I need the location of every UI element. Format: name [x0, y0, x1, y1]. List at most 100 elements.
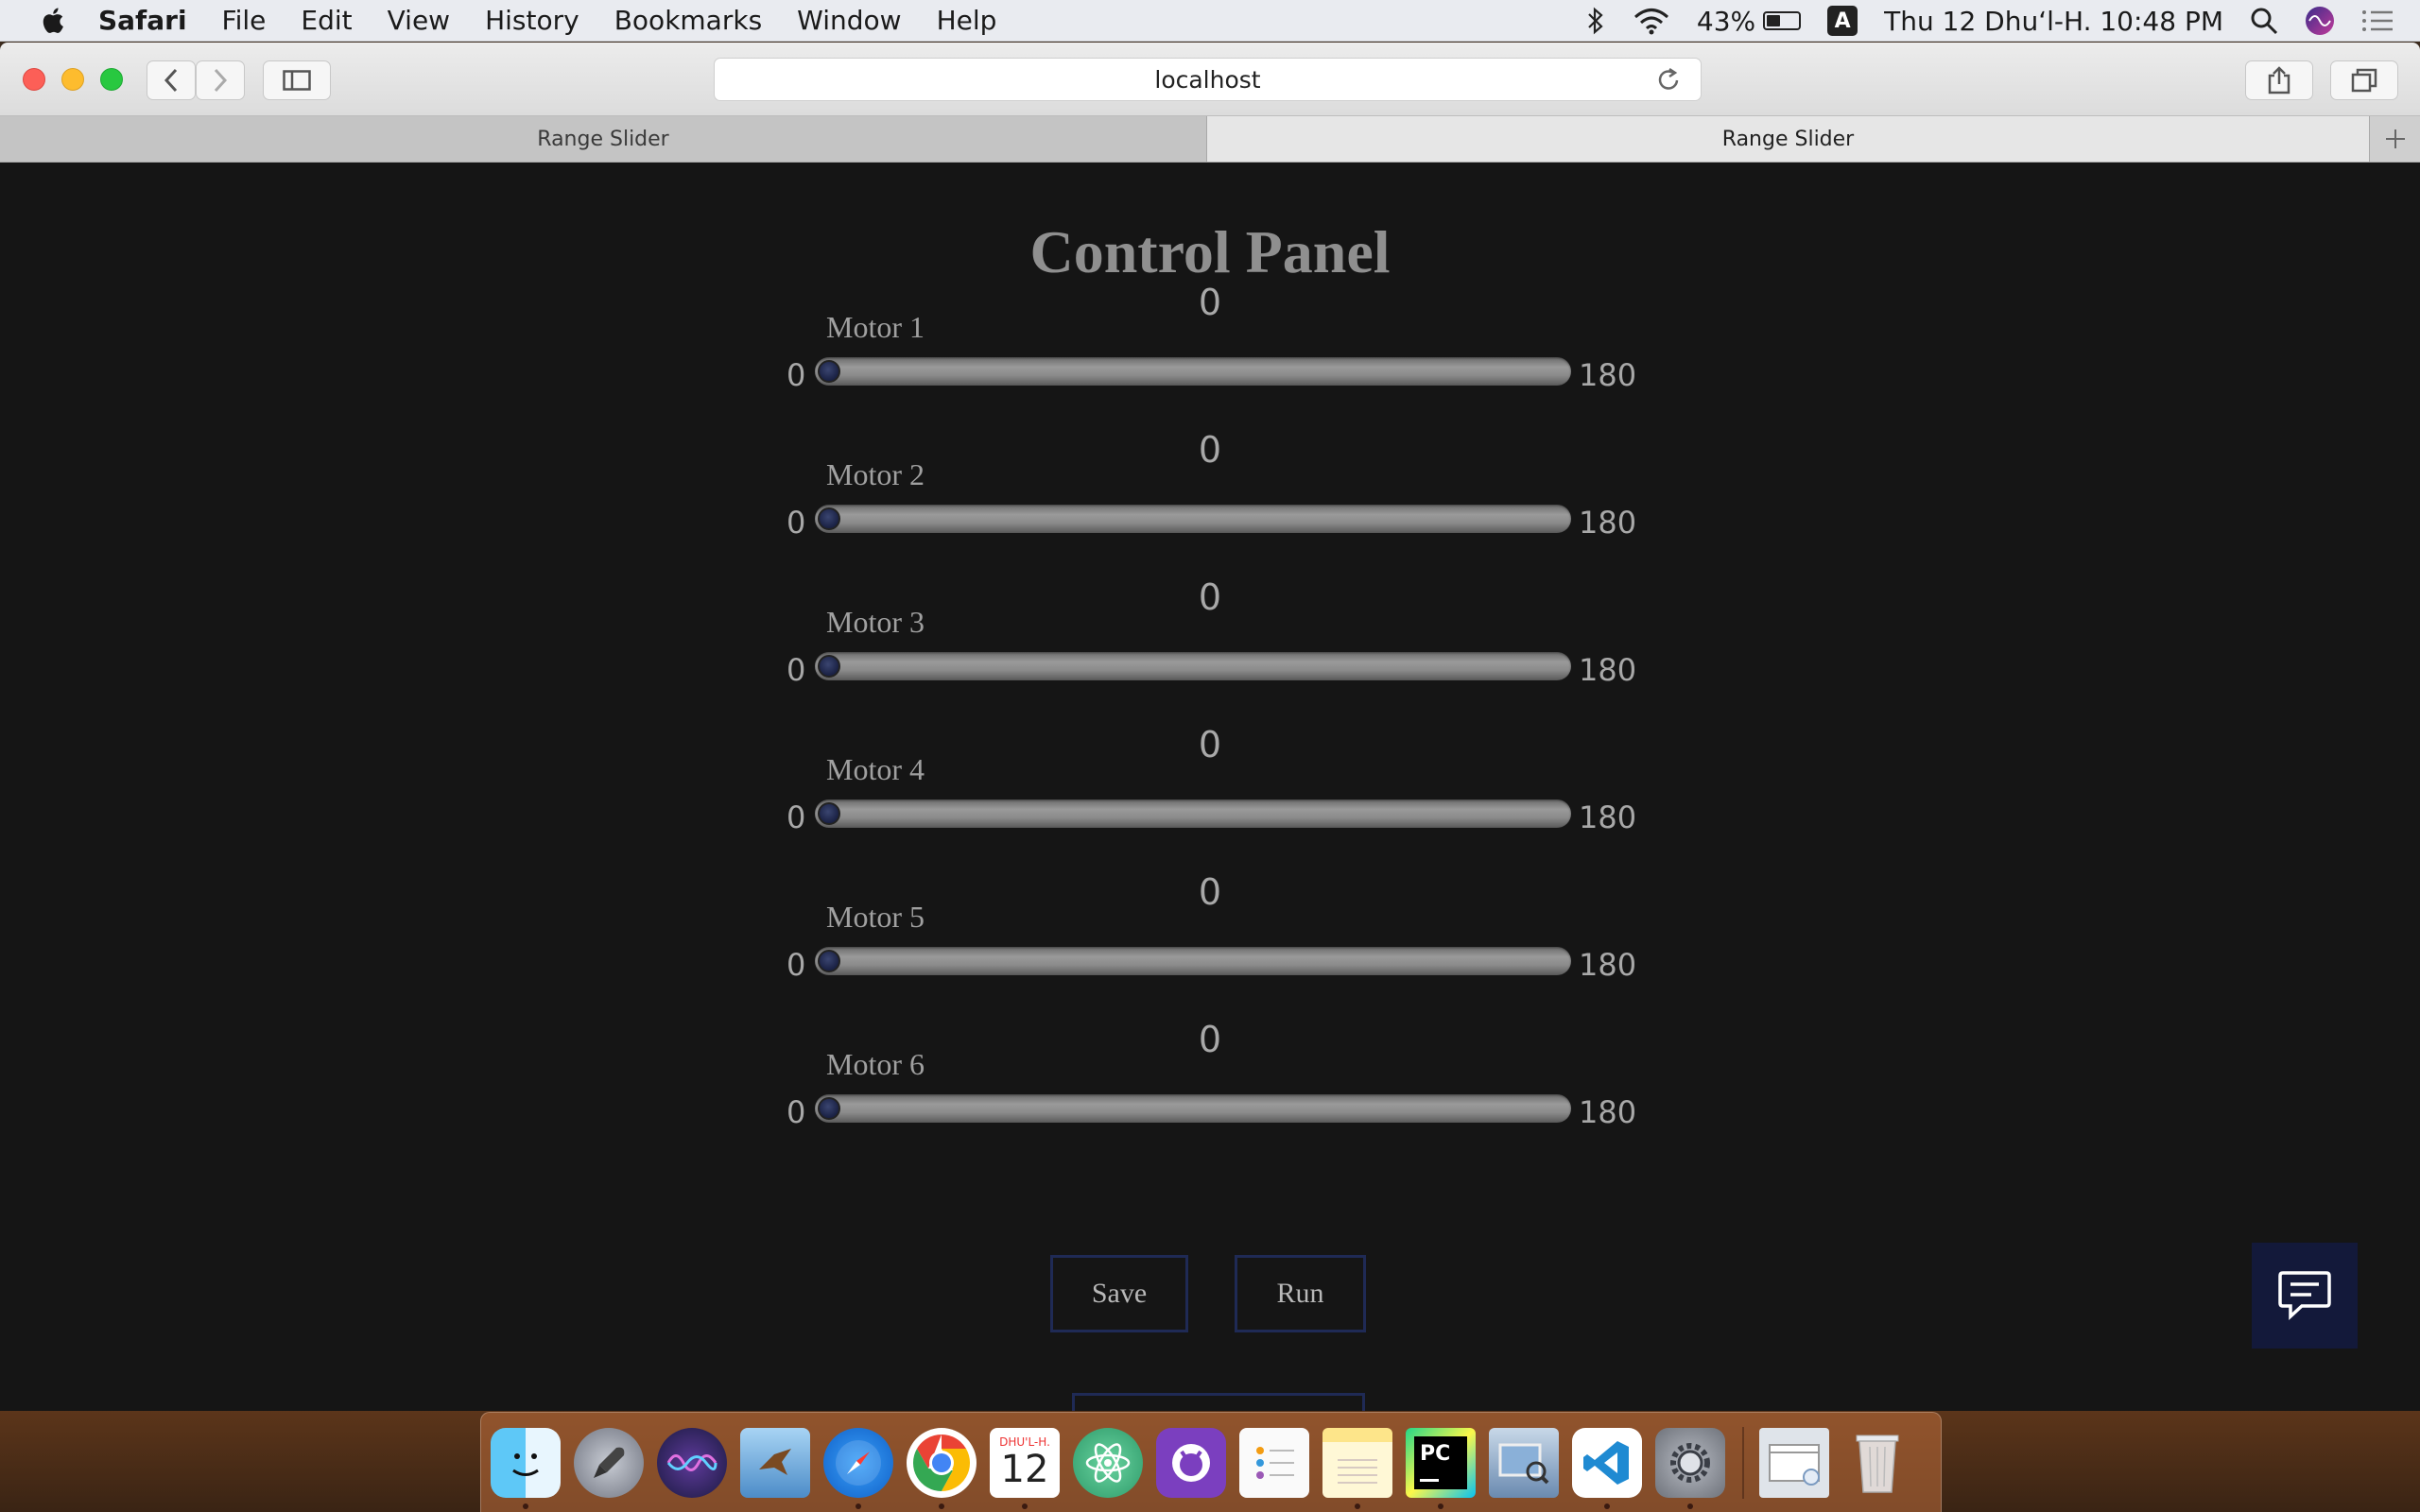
compass-icon [836, 1439, 881, 1486]
preview-app-icon[interactable] [740, 1427, 810, 1498]
plus-icon [2385, 129, 2405, 148]
running-indicator [1022, 1503, 1028, 1509]
wifi-icon[interactable] [1633, 7, 1670, 35]
motor-label: Motor 3 [826, 605, 925, 639]
range-slider-track[interactable] [815, 505, 1571, 533]
range-slider-track[interactable] [815, 1094, 1571, 1123]
battery-level [1767, 15, 1780, 26]
range-slider-thumb[interactable] [818, 950, 840, 972]
run-button[interactable]: Run [1235, 1255, 1366, 1332]
finder-icon[interactable] [491, 1427, 561, 1509]
vscode-icon[interactable] [1572, 1427, 1642, 1509]
input-source-badge[interactable]: A [1827, 6, 1858, 36]
menu-history[interactable]: History [485, 5, 579, 36]
page-content: Control Panel 0 Motor 1 0 180 0 Motor 2 0 180 0 M… [0, 163, 2420, 1411]
battery-percent: 43% [1696, 5, 1756, 37]
notes-icon[interactable] [1322, 1427, 1392, 1509]
apple-icon[interactable] [38, 5, 70, 37]
range-slider-track[interactable] [815, 652, 1571, 680]
slider-min-label: 0 [786, 799, 806, 835]
range-slider-track[interactable] [815, 947, 1571, 975]
dock: DHU'L-H. 12 PC [480, 1412, 1942, 1512]
partially-visible-button[interactable] [1072, 1393, 1365, 1411]
siri-wave-icon [666, 1453, 717, 1471]
share-icon [2268, 66, 2290, 94]
window-stack-icon [1769, 1443, 1820, 1486]
new-tab-button[interactable] [2369, 116, 2420, 162]
range-slider-thumb[interactable] [818, 1097, 840, 1120]
save-button[interactable]: Save [1050, 1255, 1188, 1332]
menu-file[interactable]: File [222, 5, 267, 36]
menu-help[interactable]: Help [937, 5, 997, 36]
sidebar-toggle-button[interactable] [263, 60, 331, 100]
safari-app-icon[interactable] [823, 1427, 893, 1509]
chrome-icon[interactable] [907, 1427, 977, 1509]
trash-can-icon [1856, 1435, 1899, 1493]
sidebar-icon [283, 70, 311, 91]
slider-min-label: 0 [786, 357, 806, 393]
system-preferences-icon[interactable] [1655, 1427, 1725, 1509]
github-desktop-icon[interactable] [1156, 1427, 1226, 1498]
window-minimize-button[interactable] [61, 68, 84, 91]
range-slider-thumb[interactable] [818, 655, 840, 678]
window-zoom-button[interactable] [100, 68, 123, 91]
calendar-icon[interactable]: DHU'L-H. 12 [990, 1427, 1060, 1509]
atom-icon[interactable] [1073, 1427, 1143, 1498]
tab-overview-button[interactable] [2330, 60, 2398, 100]
spotlight-search-icon[interactable] [2250, 7, 2278, 35]
battery-status[interactable]: 43% [1696, 5, 1802, 37]
trash-icon[interactable] [1842, 1428, 1912, 1498]
safari-window: localhost Range Slider Range Slider Cont… [0, 43, 2420, 1411]
menu-app-name[interactable]: Safari [98, 5, 187, 36]
notification-center-icon[interactable] [2361, 8, 2394, 34]
running-indicator [1355, 1503, 1360, 1509]
back-button[interactable] [147, 60, 196, 100]
menu-window[interactable]: Window [797, 5, 901, 36]
siri-dock-icon[interactable] [657, 1427, 727, 1498]
menu-edit[interactable]: Edit [301, 5, 352, 36]
motor-slider-row: 0 Motor 5 0 180 [0, 871, 2420, 1013]
bluetooth-icon[interactable] [1585, 6, 1606, 36]
menubar-clock[interactable]: Thu 12 Dhuʻl-H. 10:48 PM [1884, 6, 2223, 37]
forward-button[interactable] [196, 60, 245, 100]
slider-min-label: 0 [786, 652, 806, 688]
motor-slider-row: 0 Motor 2 0 180 [0, 429, 2420, 571]
pycharm-icon[interactable]: PC [1406, 1427, 1476, 1509]
range-slider-thumb[interactable] [818, 507, 840, 530]
running-indicator [1687, 1503, 1693, 1509]
running-indicator [939, 1503, 944, 1509]
slider-min-label: 0 [786, 947, 806, 983]
motor-slider-row: 0 Motor 6 0 180 [0, 1019, 2420, 1160]
hawk-icon [759, 1448, 791, 1475]
motor-value: 0 [1198, 576, 1222, 618]
reload-icon[interactable] [1657, 67, 1682, 94]
slider-max-label: 180 [1579, 357, 1637, 393]
launchpad-icon[interactable] [574, 1427, 644, 1498]
range-slider-thumb[interactable] [818, 360, 840, 383]
menu-view[interactable]: View [388, 5, 450, 36]
address-bar[interactable]: localhost [714, 58, 1702, 101]
motor-value: 0 [1198, 724, 1222, 765]
image-capture-icon[interactable] [1489, 1427, 1559, 1498]
finder-face-icon [512, 1452, 539, 1476]
slider-min-label: 0 [786, 1094, 806, 1130]
motor-label: Motor 4 [826, 752, 925, 786]
range-slider-thumb[interactable] [818, 802, 840, 825]
browser-toolbar: localhost [0, 43, 2420, 116]
list-icon [1256, 1446, 1294, 1479]
range-slider-track[interactable] [815, 799, 1571, 828]
lines-icon [1338, 1458, 1377, 1484]
vscode-logo-icon [1583, 1440, 1629, 1485]
window-close-button[interactable] [23, 68, 45, 91]
downloads-stack-icon[interactable] [1759, 1427, 1829, 1498]
siri-icon[interactable] [2305, 6, 2335, 36]
page-title: Control Panel [1029, 218, 1391, 285]
tab-range-slider-2[interactable]: Range Slider [1207, 116, 2369, 162]
pycharm-logo-icon: PC [1414, 1435, 1467, 1489]
tab-range-slider-1[interactable]: Range Slider [0, 116, 1207, 162]
chat-widget-button[interactable] [2252, 1243, 2358, 1349]
range-slider-track[interactable] [815, 357, 1571, 386]
share-button[interactable] [2245, 60, 2313, 100]
reminders-icon[interactable] [1239, 1427, 1309, 1498]
menu-bookmarks[interactable]: Bookmarks [614, 5, 762, 36]
